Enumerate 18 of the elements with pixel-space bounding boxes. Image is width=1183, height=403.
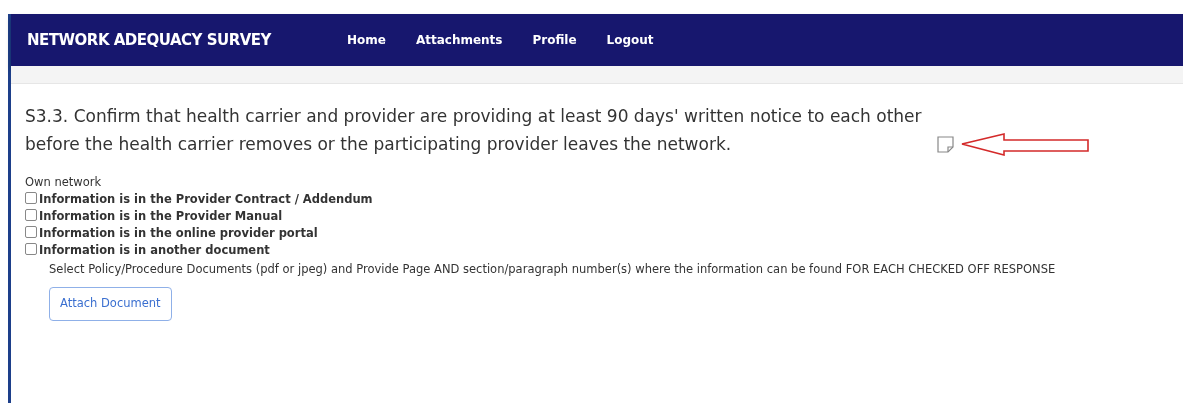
attach-document-button[interactable]: Attach Document	[49, 287, 172, 321]
group-label: Own network	[25, 174, 103, 191]
instructions-text: Select Policy/Procedure Documents (pdf or jpeg) and Provide Page AND section/paragraph number(s) where the information can be found FOR EACH CHECKED OFF RESPONSE	[48, 261, 1057, 279]
option-label: Information is in the online provider portal	[39, 226, 318, 241]
option-label: Information is in the Provider Contract / Addendum	[39, 192, 373, 207]
note-icon[interactable]	[937, 136, 954, 153]
checkbox[interactable]	[25, 243, 37, 256]
question-text: S3.3. Confirm that health carrier and provider are providing at least 90 days' written notice to each other before the health carrier removes or the participating provider leaves the network.	[25, 105, 923, 156]
checkbox[interactable]	[25, 226, 37, 239]
nav-link[interactable]: Attachments	[415, 31, 503, 49]
nav-link[interactable]: Logout	[606, 31, 654, 49]
app-title: NETWORK ADEQUACY SURVEY	[27, 29, 271, 51]
option-label: Information is in another document	[39, 243, 270, 258]
option-label: Information is in the Provider Manual	[39, 209, 283, 224]
nav-link[interactable]: Home	[346, 31, 386, 49]
checkbox[interactable]	[25, 209, 37, 222]
checkbox[interactable]	[25, 192, 37, 205]
nav-link[interactable]: Profile	[532, 31, 577, 49]
